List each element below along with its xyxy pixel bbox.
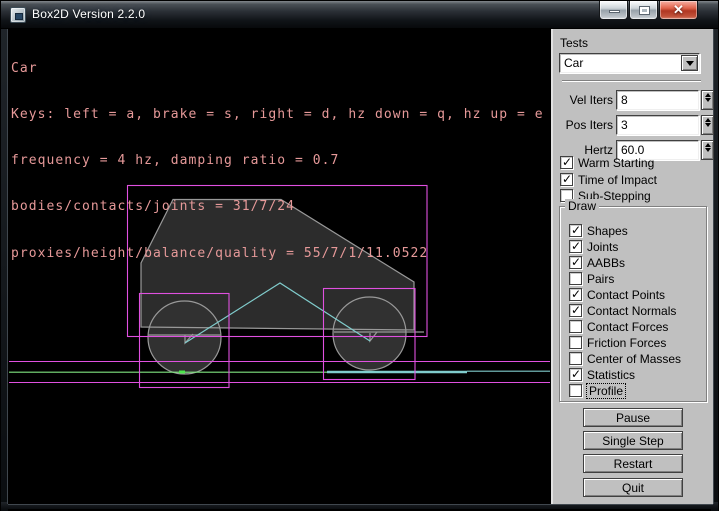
spin-up-icon [705,93,711,97]
stats-line-proxies: proxies/height/balance/quality = 55/7/1/… [11,246,544,261]
pos-iters-stepper[interactable] [701,115,714,135]
checkbox-label: Pairs [587,272,614,286]
checkbox-label: Contact Points [587,288,665,302]
minimize-button[interactable] [599,1,628,20]
pause-button[interactable]: Pause [583,408,683,427]
maximize-button[interactable] [629,1,658,20]
spin-up-icon [705,143,711,147]
simulation-canvas[interactable]: Car Keys: left = a, brake = s, right = d… [8,29,551,504]
client-area: Car Keys: left = a, brake = s, right = d… [8,29,713,504]
checkbox-label: Time of Impact [578,173,657,187]
checkbox-label: Friction Forces [587,336,666,350]
checkbox-label: Joints [587,240,618,254]
draw-group: Draw Shapes Joints AABBs Pairs [559,206,707,402]
title-bar[interactable]: Box2D Version 2.2.0 ✕ [1,1,718,29]
pos-iters-input[interactable]: 3 [616,115,699,135]
stats-text: Car Keys: left = a, brake = s, right = d… [11,30,544,292]
checkbox-icon[interactable] [569,272,582,285]
separator [562,80,701,82]
close-icon: ✕ [660,2,697,18]
checkbox-icon[interactable] [569,240,582,253]
vel-iters-input[interactable]: 8 [616,90,699,110]
vel-iters-row: Vel Iters 8 [553,90,715,110]
stats-line-frequency: frequency = 4 hz, damping ratio = 0.7 [11,153,544,168]
checkbox-label: Statistics [587,368,635,382]
quit-button[interactable]: Quit [583,478,683,497]
pos-iters-row: Pos Iters 3 [553,115,715,135]
restart-button[interactable]: Restart [583,454,683,473]
checkbox-icon[interactable] [569,368,582,381]
checkbox-icon[interactable] [569,288,582,301]
app-window: Box2D Version 2.2.0 ✕ [0,0,719,510]
spin-down-icon [705,148,711,152]
caption-buttons: ✕ [599,1,698,21]
checkbox-icon[interactable] [569,384,582,397]
maximize-icon [639,6,650,15]
checkbox-label: Profile [587,384,625,398]
checkbox-label: Warm Starting [578,156,654,170]
single-step-button[interactable]: Single Step [583,431,683,450]
checkbox-icon[interactable] [569,320,582,333]
pos-iters-label: Pos Iters [553,118,613,132]
tests-dropdown[interactable]: Car [559,53,700,73]
stats-line-bodies: bodies/contacts/joints = 31/7/24 [11,199,544,214]
spin-up-icon [705,118,711,122]
close-button[interactable]: ✕ [659,1,698,20]
checkbox-icon[interactable] [569,352,582,365]
checkbox-label: AABBs [587,256,625,270]
app-icon [10,7,26,23]
minimize-icon [609,10,620,13]
checkbox-icon[interactable] [569,256,582,269]
draw-group-title: Draw [565,199,599,213]
checkbox-label: Contact Normals [587,304,676,318]
checkbox-label: Contact Forces [587,320,668,334]
window-title: Box2D Version 2.2.0 [32,7,145,21]
vel-iters-label: Vel Iters [553,93,613,107]
tests-dropdown-value: Car [560,54,699,72]
spin-down-icon [705,98,711,102]
tests-label: Tests [560,36,588,50]
chevron-down-icon [686,61,694,66]
checkbox-icon[interactable] [560,173,573,186]
checkbox-icon[interactable] [569,224,582,237]
frame-left [1,29,8,511]
vel-iters-stepper[interactable] [701,90,714,110]
control-panel: Tests Car Vel Iters 8 Pos Iters 3 [551,29,713,504]
contact-point [179,371,185,374]
checkbox-icon[interactable] [560,156,573,169]
stats-line-keys: Keys: left = a, brake = s, right = d, hz… [11,107,544,122]
tests-dropdown-button[interactable] [681,55,698,71]
checkbox-label: Center of Masses [587,352,681,366]
stats-line-title: Car [11,61,544,76]
checkbox-icon[interactable] [569,304,582,317]
checkbox-label: Shapes [587,224,628,238]
hertz-stepper[interactable] [701,140,714,160]
checkbox-icon[interactable] [569,336,582,349]
spin-down-icon [705,123,711,127]
